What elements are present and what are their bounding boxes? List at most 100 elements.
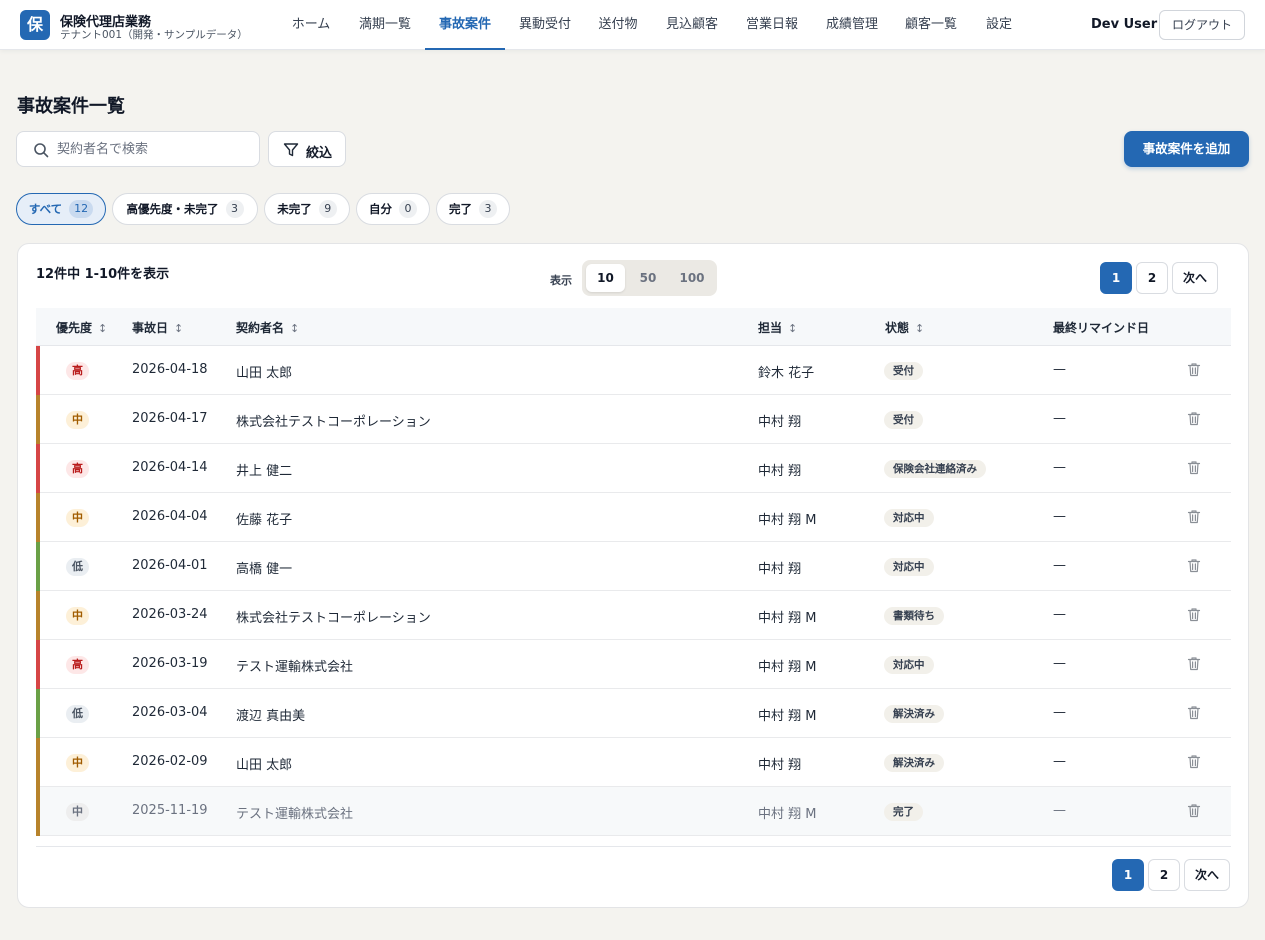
next-page-button[interactable]: 次へ [1172, 262, 1218, 294]
priority-badge: 中 [66, 411, 89, 429]
table-row[interactable]: 中 2026-04-04 佐藤 花子 中村 翔 M 対応中 — [36, 493, 1231, 542]
page-1-button-bottom[interactable]: 1 [1112, 859, 1144, 891]
trash-icon[interactable] [1187, 607, 1201, 626]
accident-date: 2026-04-14 [132, 460, 208, 475]
nav-change-requests[interactable]: 異動受付 [508, 0, 582, 50]
policyholder-name[interactable]: 佐藤 花子 [236, 509, 292, 528]
table-row[interactable]: 中 2026-04-17 株式会社テストコーポレーション 中村 翔 受付 — [36, 395, 1231, 444]
divider [36, 846, 1231, 847]
sort-icon: ↕ [915, 322, 925, 335]
status-badge: 保険会社連絡済み [884, 460, 986, 478]
priority-indicator-bar [36, 689, 40, 738]
search-icon [34, 143, 49, 158]
last-reminder-date: — [1053, 460, 1066, 475]
page-title: 事故案件一覧 [17, 96, 125, 117]
logout-button[interactable]: ログアウト [1159, 10, 1245, 40]
table-row[interactable]: 中 2025-11-19 テスト運輸株式会社 中村 翔 M 完了 — [36, 787, 1231, 836]
chip-label: 自分 [369, 202, 392, 216]
page-size-100[interactable]: 100 [670, 264, 714, 292]
trash-icon[interactable] [1187, 656, 1201, 675]
trash-icon[interactable] [1187, 460, 1201, 479]
policyholder-name[interactable]: 山田 太郎 [236, 362, 292, 381]
trash-icon[interactable] [1187, 754, 1201, 773]
status-badge: 書類待ち [884, 607, 944, 625]
add-case-button[interactable]: 事故案件を追加 [1124, 131, 1249, 167]
case-list-card: 12件中 1-10件を表示 表示 10 50 100 1 2 次へ 優先度 ↕ 事… [17, 243, 1249, 908]
policyholder-name[interactable]: 井上 健二 [236, 460, 292, 479]
page-2-button[interactable]: 2 [1136, 262, 1168, 294]
chip-high-priority-open[interactable]: 高優先度・未完了 3 [112, 193, 258, 225]
table-row[interactable]: 高 2026-03-19 テスト運輸株式会社 中村 翔 M 対応中 — [36, 640, 1231, 689]
col-policyholder[interactable]: 契約者名 ↕ [236, 319, 299, 336]
last-reminder-date: — [1053, 705, 1066, 720]
filter-button[interactable]: 絞込 [268, 131, 346, 167]
priority-indicator-bar [36, 591, 40, 640]
trash-icon[interactable] [1187, 411, 1201, 430]
owner-name: 鈴木 花子 [758, 366, 815, 381]
accident-date: 2026-04-04 [132, 509, 208, 524]
table-row[interactable]: 高 2026-04-14 井上 健二 中村 翔 保険会社連絡済み — [36, 444, 1231, 493]
trash-icon[interactable] [1187, 803, 1201, 822]
col-status[interactable]: 状態 ↕ [885, 319, 924, 336]
nav-customers[interactable]: 顧客一覧 [894, 0, 968, 50]
accident-date: 2025-11-19 [132, 803, 208, 818]
priority-badge: 中 [66, 607, 89, 625]
page-size-10[interactable]: 10 [586, 264, 625, 292]
accident-date: 2026-04-18 [132, 362, 208, 377]
chip-completed[interactable]: 完了 3 [436, 193, 510, 225]
accident-date: 2026-03-24 [132, 607, 208, 622]
trash-icon[interactable] [1187, 362, 1201, 381]
nav-accident-cases[interactable]: 事故案件 [425, 0, 505, 50]
nav-shipments[interactable]: 送付物 [588, 0, 648, 50]
search-input[interactable] [57, 139, 247, 159]
table-header: 優先度 ↕ 事故日 ↕ 契約者名 ↕ 担当 ↕ 状態 ↕ 最終リマインド日 [36, 308, 1231, 346]
last-reminder-date: — [1053, 754, 1066, 769]
app-logo: 保 [20, 10, 50, 40]
trash-icon[interactable] [1187, 705, 1201, 724]
page-1-button[interactable]: 1 [1100, 262, 1132, 294]
table-row[interactable]: 中 2026-02-09 山田 太郎 中村 翔 解決済み — [36, 738, 1231, 787]
policyholder-name[interactable]: 高橋 健一 [236, 558, 292, 577]
nav-daily-report[interactable]: 営業日報 [735, 0, 809, 50]
search-box [16, 131, 260, 167]
table-row[interactable]: 中 2026-03-24 株式会社テストコーポレーション 中村 翔 M 書類待ち — [36, 591, 1231, 640]
chip-label: すべて [28, 202, 63, 216]
table-row[interactable]: 低 2026-03-04 渡辺 真由美 中村 翔 M 解決済み — [36, 689, 1231, 738]
policyholder-name[interactable]: 渡辺 真由美 [236, 705, 305, 724]
col-priority[interactable]: 優先度 ↕ [56, 319, 107, 336]
nav-settings[interactable]: 設定 [976, 0, 1022, 50]
nav-prospects[interactable]: 見込顧客 [655, 0, 729, 50]
status-badge: 受付 [884, 411, 923, 429]
chip-open[interactable]: 未完了 9 [264, 193, 350, 225]
chip-all[interactable]: すべて 12 [16, 193, 106, 225]
chip-label: 高優先度・未完了 [126, 202, 219, 216]
policyholder-name[interactable]: 株式会社テストコーポレーション [236, 411, 431, 430]
tenant-label: テナント001（開発・サンプルデータ） [60, 29, 248, 41]
nav-expiry-list[interactable]: 満期一覧 [352, 0, 418, 50]
policyholder-name[interactable]: テスト運輸株式会社 [236, 803, 353, 822]
trash-icon[interactable] [1187, 509, 1201, 528]
table-row[interactable]: 低 2026-04-01 高橋 健一 中村 翔 対応中 — [36, 542, 1231, 591]
policyholder-name[interactable]: 株式会社テストコーポレーション [236, 607, 431, 626]
next-page-button-bottom[interactable]: 次へ [1184, 859, 1230, 891]
chip-count: 3 [479, 200, 497, 218]
policyholder-name[interactable]: 山田 太郎 [236, 754, 292, 773]
chip-mine[interactable]: 自分 0 [356, 193, 430, 225]
table-row[interactable]: 高 2026-04-18 山田 太郎 鈴木 花子 受付 — [36, 346, 1231, 395]
page-size-50[interactable]: 50 [628, 264, 668, 292]
last-reminder-date: — [1053, 362, 1066, 377]
priority-badge: 高 [66, 362, 89, 380]
nav-home[interactable]: ホーム [278, 0, 344, 50]
page-2-button-bottom[interactable]: 2 [1148, 859, 1180, 891]
sort-icon: ↕ [788, 322, 798, 335]
col-owner[interactable]: 担当 ↕ [758, 319, 797, 336]
col-last-reminder: 最終リマインド日 [1053, 321, 1150, 335]
policyholder-name[interactable]: テスト運輸株式会社 [236, 656, 353, 675]
priority-badge: 高 [66, 656, 89, 674]
page-size-label: 表示 [550, 274, 572, 287]
result-summary: 12件中 1-10件を表示 [36, 267, 170, 282]
nav-performance[interactable]: 成績管理 [815, 0, 889, 50]
trash-icon[interactable] [1187, 558, 1201, 577]
filter-button-label: 絞込 [306, 146, 333, 161]
col-accident-date[interactable]: 事故日 ↕ [132, 319, 183, 336]
